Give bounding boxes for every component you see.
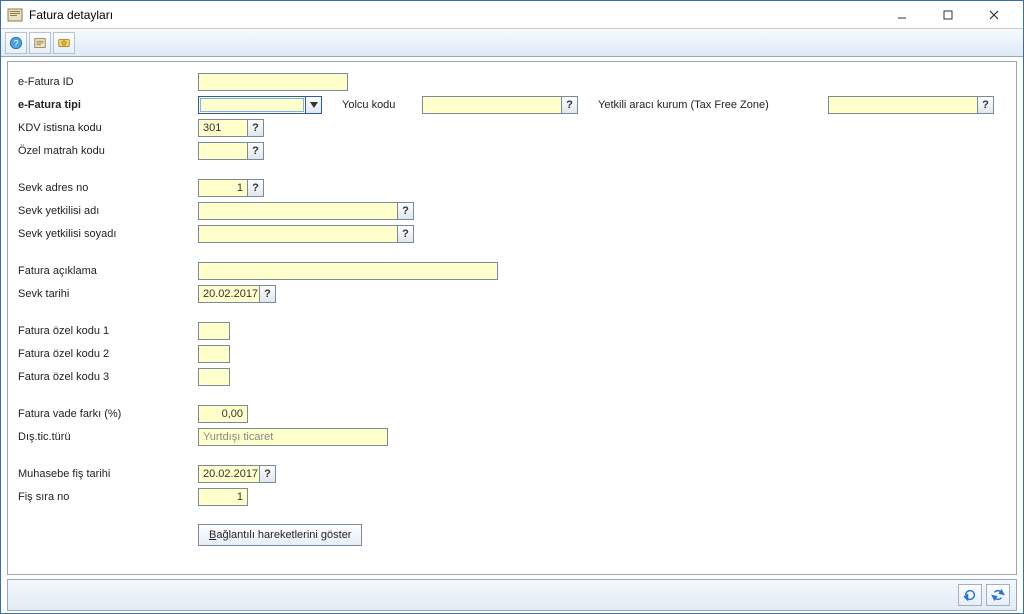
close-button[interactable] bbox=[971, 4, 1017, 26]
sevk-yetkilisi-soyadi-input[interactable]: ? bbox=[198, 225, 414, 243]
lookup-icon[interactable]: ? bbox=[978, 96, 994, 114]
lookup-icon[interactable]: ? bbox=[260, 285, 276, 303]
label-sevk-tarihi: Sevk tarihi bbox=[18, 288, 198, 300]
kdv-istisna-input[interactable]: 301 ? bbox=[198, 119, 264, 137]
sevk-yetkilisi-adi-input[interactable]: ? bbox=[198, 202, 414, 220]
label-yolcu-kodu: Yolcu kodu bbox=[342, 99, 422, 111]
label-ozel-matrah: Özel matrah kodu bbox=[18, 145, 198, 157]
fatura-vade-farki-input[interactable]: 0,00 bbox=[198, 405, 248, 423]
svg-text:?: ? bbox=[14, 38, 19, 48]
label-sevk-yetkilisi-adi: Sevk yetkilisi adı bbox=[18, 205, 198, 217]
ozel-matrah-input[interactable]: ? bbox=[198, 142, 264, 160]
window-buttons bbox=[879, 4, 1017, 26]
label-sevk-yetkilisi-soyadi: Sevk yetkilisi soyadı bbox=[18, 228, 198, 240]
window-title: Fatura detayları bbox=[29, 8, 879, 22]
muhasebe-fis-tarihi-input[interactable]: 20.02.2017 ? bbox=[198, 465, 276, 483]
toolbar-currency-button[interactable] bbox=[53, 32, 75, 54]
footer bbox=[7, 579, 1017, 611]
toolbar-help-button[interactable]: ? bbox=[5, 32, 27, 54]
label-muhasebe-fis-tarihi: Muhasebe fiş tarihi bbox=[18, 468, 198, 480]
label-fis-sira-no: Fiş sıra no bbox=[18, 491, 198, 503]
content: e-Fatura ID e-Fatura tipi Yolcu kodu ? Y… bbox=[1, 57, 1023, 613]
fis-sira-no-input[interactable]: 1 bbox=[198, 488, 248, 506]
invoice-details-window: Fatura detayları ? e-Fatura ID bbox=[0, 0, 1024, 614]
fatura-ozel-2-input[interactable] bbox=[198, 345, 230, 363]
yetkili-araci-input[interactable]: ? bbox=[828, 96, 994, 114]
linked-movements-button[interactable]: Bağlantılı hareketlerini göster bbox=[198, 524, 362, 546]
lookup-icon[interactable]: ? bbox=[260, 465, 276, 483]
efatura-id-input[interactable] bbox=[198, 73, 348, 91]
refresh-button[interactable] bbox=[958, 584, 982, 606]
label-efatura-id: e-Fatura ID bbox=[18, 76, 198, 88]
toolbar: ? bbox=[1, 29, 1023, 57]
titlebar: Fatura detayları bbox=[1, 1, 1023, 29]
lookup-icon[interactable]: ? bbox=[398, 225, 414, 243]
chevron-down-icon bbox=[306, 96, 322, 114]
toolbar-ledger-button[interactable] bbox=[29, 32, 51, 54]
label-fatura-ozel-3: Fatura özel kodu 3 bbox=[18, 371, 198, 383]
fatura-aciklama-input[interactable] bbox=[198, 262, 498, 280]
lookup-icon[interactable]: ? bbox=[248, 179, 264, 197]
lookup-icon[interactable]: ? bbox=[248, 142, 264, 160]
lookup-icon[interactable]: ? bbox=[562, 96, 578, 114]
label-dis-tic-turu: Dış.tic.türü bbox=[18, 431, 198, 443]
efatura-tipi-select[interactable] bbox=[198, 96, 322, 114]
form-panel: e-Fatura ID e-Fatura tipi Yolcu kodu ? Y… bbox=[7, 61, 1017, 575]
lookup-icon[interactable]: ? bbox=[248, 119, 264, 137]
sevk-tarihi-input[interactable]: 20.02.2017 ? bbox=[198, 285, 276, 303]
label-fatura-aciklama: Fatura açıklama bbox=[18, 265, 198, 277]
label-sevk-adres-no: Sevk adres no bbox=[18, 182, 198, 194]
fatura-ozel-3-input[interactable] bbox=[198, 368, 230, 386]
minimize-button[interactable] bbox=[879, 4, 925, 26]
lookup-icon[interactable]: ? bbox=[398, 202, 414, 220]
label-fatura-ozel-1: Fatura özel kodu 1 bbox=[18, 325, 198, 337]
sync-button[interactable] bbox=[986, 584, 1010, 606]
label-yetkili-araci: Yetkili aracı kurum (Tax Free Zone) bbox=[598, 99, 828, 111]
fatura-ozel-1-input[interactable] bbox=[198, 322, 230, 340]
label-fatura-vade-farki: Fatura vade farkı (%) bbox=[18, 408, 198, 420]
label-fatura-ozel-2: Fatura özel kodu 2 bbox=[18, 348, 198, 360]
sevk-adres-no-input[interactable]: 1 ? bbox=[198, 179, 264, 197]
label-kdv-istisna: KDV istisna kodu bbox=[18, 122, 198, 134]
yolcu-kodu-input[interactable]: ? bbox=[422, 96, 578, 114]
label-efatura-tipi: e-Fatura tipi bbox=[18, 99, 198, 111]
dis-tic-turu-value: Yurtdışı ticaret bbox=[198, 428, 388, 446]
app-icon bbox=[7, 7, 23, 23]
maximize-button[interactable] bbox=[925, 4, 971, 26]
